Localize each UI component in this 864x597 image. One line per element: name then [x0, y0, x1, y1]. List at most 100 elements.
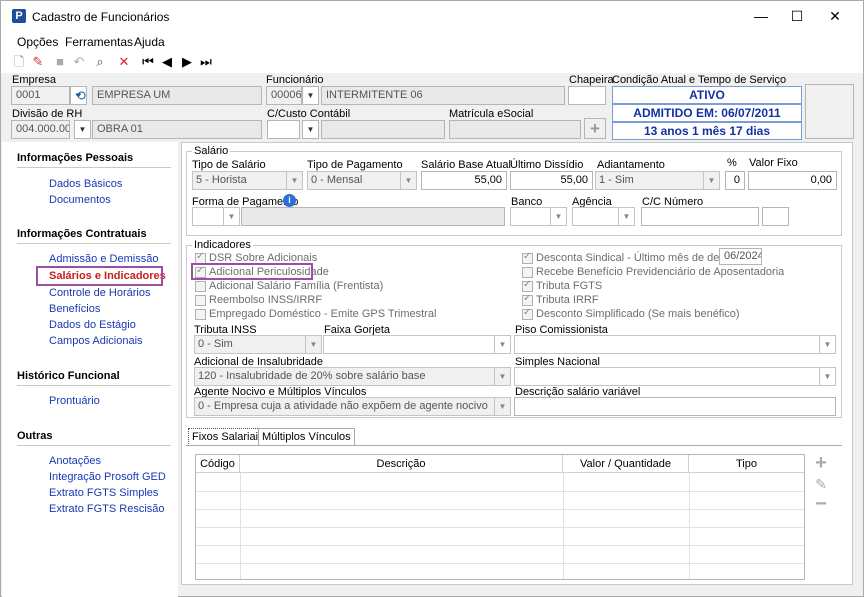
tributa-inss-select[interactable]: 0 - Sim ▼ [194, 335, 322, 354]
previous-record-icon[interactable]: ◀ [159, 54, 175, 70]
insalubridade-select[interactable]: 120 - Insalubridade de 20% sobre salário… [194, 367, 511, 386]
funcionario-code-field[interactable]: 00006 [266, 86, 302, 105]
tab-fixos-salariais[interactable]: Fixos Salariais [188, 428, 268, 446]
menu-opcoes[interactable]: Opções [17, 35, 58, 49]
delete-icon[interactable]: ✕ [116, 54, 132, 70]
chevron-down-icon: ▼ [494, 398, 510, 415]
banco-select[interactable]: ▼ [510, 207, 567, 226]
tributa-fgts-checkbox[interactable] [522, 279, 533, 292]
desconto-simplificado-checkbox[interactable] [522, 307, 533, 320]
tipo-pagamento-select[interactable]: 0 - Mensal ▼ [307, 171, 417, 190]
cc-digito-field[interactable] [762, 207, 789, 226]
piso-comissionista-select[interactable]: ▼ [514, 335, 836, 354]
indicadores-group-title: Indicadores [192, 239, 253, 251]
new-document-icon[interactable]: 🗋 [11, 54, 27, 70]
valor-fixo-label: Valor Fixo [749, 157, 798, 169]
ultimo-dissidio-field[interactable]: 55,00 [510, 171, 593, 190]
sidebar-item-controle-horarios[interactable]: Controle de Horários [49, 287, 151, 299]
section-historico-funcional: Histórico Funcional [17, 370, 120, 382]
sidebar-item-beneficios[interactable]: Benefícios [49, 303, 100, 315]
beneficio-previdenciario-checkbox[interactable] [522, 267, 533, 278]
beneficio-previdenciario-label: Recebe Benefício Previdenciário de Apose… [536, 266, 785, 278]
sidebar-item-admissao-demissao[interactable]: Admissão e Demissão [49, 253, 158, 265]
valor-fixo-field[interactable]: 0,00 [748, 171, 837, 190]
tipo-pagamento-value: 0 - Mensal [311, 174, 363, 186]
percent-field[interactable]: 0 [725, 171, 745, 190]
remove-row-icon[interactable]: − [811, 494, 831, 514]
custo-dropdown-button[interactable]: ▼ [302, 120, 319, 139]
divisao-code-field[interactable]: 004.000.000 [11, 120, 70, 139]
salario-familia-label: Adicional Salário Família (Frentista) [209, 280, 384, 292]
simples-nacional-select[interactable]: ▼ [514, 367, 836, 386]
menu-ferramentas[interactable]: Ferramentas [65, 35, 133, 49]
info-icon[interactable]: i [283, 194, 296, 207]
agente-nocivo-value: 0 - Empresa cuja a atividade não expõem … [198, 400, 488, 412]
sidebar-item-dados-estagio[interactable]: Dados do Estágio [49, 319, 136, 331]
sidebar-item-dados-basicos[interactable]: Dados Básicos [49, 178, 122, 190]
tipo-pagamento-label: Tipo de Pagamento [307, 159, 403, 171]
sidebar-item-documentos[interactable]: Documentos [49, 194, 111, 206]
tipo-salario-value: 5 - Horista [196, 174, 247, 186]
chevron-down-icon: ▼ [305, 336, 321, 353]
main-panel: Salário Tipo de Salário 5 - Horista ▼ Tip… [181, 142, 853, 585]
employee-photo[interactable] [805, 84, 854, 139]
sidebar-item-integracao-ged[interactable]: Integração Prosoft GED [49, 471, 166, 483]
sidebar-item-extrato-fgts-simples[interactable]: Extrato FGTS Simples [49, 487, 158, 499]
window-title: Cadastro de Funcionários [32, 10, 170, 24]
chapeira-field[interactable] [568, 86, 606, 105]
maximize-button[interactable]: ☐ [787, 7, 807, 25]
funcionario-label: Funcionário [266, 74, 324, 86]
sidebar-item-campos-adicionais[interactable]: Campos Adicionais [49, 335, 143, 347]
domestico-checkbox[interactable] [195, 309, 206, 320]
sidebar-item-extrato-fgts-rescisao[interactable]: Extrato FGTS Rescisão [49, 503, 165, 515]
column-header-valor[interactable]: Valor / Quantidade [563, 455, 689, 473]
add-matricula-button[interactable]: + [584, 118, 606, 139]
close-window-button[interactable]: ✕ [825, 7, 845, 25]
search-icon[interactable]: ⌕ [92, 54, 108, 70]
next-record-icon[interactable]: ▶ [179, 54, 195, 70]
save-icon[interactable]: ■ [52, 54, 68, 70]
menu-ajuda[interactable]: Ajuda [134, 35, 165, 49]
undo-icon[interactable]: ↶ [71, 54, 87, 70]
empresa-code-field[interactable]: 0001 [11, 86, 70, 105]
minimize-button[interactable]: — [751, 7, 771, 25]
edit-icon[interactable]: ✎ [30, 54, 46, 70]
fixos-salariais-table[interactable]: Código Descrição Valor / Quantidade Tipo [195, 454, 805, 580]
first-record-icon[interactable]: ⏮ [140, 54, 156, 70]
matricula-label: Matrícula eSocial [449, 108, 534, 120]
agente-nocivo-select[interactable]: 0 - Empresa cuja a atividade não expõem … [194, 397, 511, 416]
salario-familia-checkbox[interactable] [195, 281, 206, 292]
cc-numero-field[interactable] [641, 207, 759, 226]
agencia-select[interactable]: ▼ [572, 207, 635, 226]
tab-divider [186, 445, 842, 446]
custo-code-field[interactable] [267, 120, 300, 139]
sindical-date-field[interactable]: 06/2024 [719, 248, 762, 265]
tab-multiplos-vinculos[interactable]: Múltiplos Vínculos [258, 428, 355, 446]
column-header-descricao[interactable]: Descrição [240, 455, 563, 473]
desconta-sindical-checkbox[interactable] [522, 251, 533, 264]
chevron-down-icon: ▼ [703, 172, 719, 189]
forma-pagamento-select[interactable]: ▼ [192, 207, 240, 226]
sidebar-item-anotacoes[interactable]: Anotações [49, 455, 101, 467]
funcionario-dropdown-button[interactable]: ▼ [302, 86, 319, 105]
adiantamento-select[interactable]: 1 - Sim ▼ [595, 171, 720, 190]
divisao-dropdown-button[interactable]: ▼ [74, 120, 91, 139]
reembolso-checkbox[interactable] [195, 295, 206, 306]
matricula-field [449, 120, 581, 139]
edit-row-icon[interactable]: ✎ [811, 475, 831, 493]
salario-base-field[interactable]: 55,00 [421, 171, 507, 190]
column-header-codigo[interactable]: Código [196, 455, 240, 473]
tipo-salario-select[interactable]: 5 - Horista ▼ [192, 171, 303, 190]
section-outras: Outras [17, 430, 53, 442]
last-record-icon[interactable]: ⏭ [198, 54, 214, 70]
add-row-icon[interactable]: + [811, 453, 831, 473]
divider [17, 445, 171, 446]
percent-label: % [727, 157, 737, 169]
chevron-down-icon: ▼ [819, 368, 835, 385]
refresh-icon[interactable]: ⟲ [75, 88, 91, 103]
faixa-gorjeta-select[interactable]: ▼ [323, 335, 511, 354]
sidebar-item-prontuario[interactable]: Prontuário [49, 395, 100, 407]
descricao-variavel-field[interactable] [514, 397, 836, 416]
tributa-irrf-checkbox[interactable] [522, 293, 533, 306]
column-header-tipo[interactable]: Tipo [689, 455, 804, 473]
